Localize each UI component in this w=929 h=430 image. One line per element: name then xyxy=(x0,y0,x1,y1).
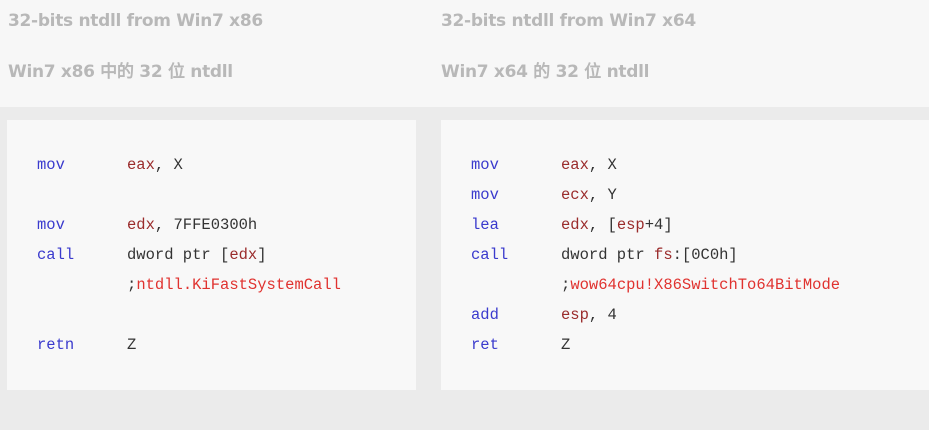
opcode: call xyxy=(471,246,509,264)
code-line: add xyxy=(471,306,499,324)
code-line: ret xyxy=(471,336,499,354)
register: edx xyxy=(561,216,589,234)
operand: , 4 xyxy=(588,306,617,324)
register: ecx xyxy=(561,186,589,204)
opcode: ret xyxy=(471,336,499,354)
code-line: call xyxy=(37,246,74,264)
register: eax xyxy=(561,156,589,174)
code-line: ;ntdll.KiFastSystemCall xyxy=(127,276,341,294)
code-line: Z xyxy=(127,336,136,354)
register: esp xyxy=(561,306,589,324)
code-line: mov xyxy=(471,186,499,204)
code-line: call xyxy=(471,246,508,264)
operand: dword ptr [ xyxy=(127,246,230,264)
code-line: dword ptr [edx] xyxy=(127,246,267,264)
register: edx xyxy=(127,216,155,234)
opcode: retn xyxy=(37,336,75,354)
register: edx xyxy=(229,246,258,264)
code-line: ecx, Y xyxy=(561,186,617,204)
code-line: eax, X xyxy=(561,156,617,174)
code-line: esp, 4 xyxy=(561,306,617,324)
operand: , Y xyxy=(588,186,617,204)
operand: dword ptr xyxy=(561,246,655,264)
operand: :[0C0h] xyxy=(672,246,738,264)
operand: ] xyxy=(257,246,267,264)
code-line: retn xyxy=(37,336,74,354)
register: fs xyxy=(654,246,673,264)
opcode: mov xyxy=(471,156,499,174)
opcode: add xyxy=(471,306,499,324)
opcode: mov xyxy=(471,186,499,204)
opcode: mov xyxy=(37,156,65,174)
code-line: eax, X xyxy=(127,156,183,174)
opcode: lea xyxy=(471,216,499,234)
code-line: mov xyxy=(471,156,499,174)
left-title-cn: Win7 x86 中的 32 位 ntdll xyxy=(8,62,233,82)
right-title-en: 32-bits ntdll from Win7 x64 xyxy=(441,11,696,31)
operand: Z xyxy=(561,336,571,354)
code-line: dword ptr fs:[0C0h] xyxy=(561,246,738,264)
comment: wow64cpu!X86SwitchTo64BitMode xyxy=(570,276,841,294)
left-code-block: mov eax, X mov edx, 7FFE0300h call dword… xyxy=(7,120,416,390)
register: esp xyxy=(616,216,645,234)
comment-marker: ; xyxy=(561,276,571,294)
operand: , [ xyxy=(588,216,617,234)
header: 32-bits ntdll from Win7 x86 Win7 x86 中的 … xyxy=(0,0,929,107)
operand: , X xyxy=(588,156,617,174)
code-line: mov xyxy=(37,156,65,174)
code-line: ;wow64cpu!X86SwitchTo64BitMode xyxy=(561,276,840,294)
code-line: edx, [esp+4] xyxy=(561,216,673,234)
code-line: mov xyxy=(37,216,65,234)
operand: , 7FFE0300h xyxy=(154,216,258,234)
left-title-en: 32-bits ntdll from Win7 x86 xyxy=(8,11,263,31)
operand: , X xyxy=(154,156,183,174)
operand: +4] xyxy=(644,216,673,234)
comment: ntdll.KiFastSystemCall xyxy=(136,276,341,294)
comment-marker: ; xyxy=(127,276,137,294)
code-line: edx, 7FFE0300h xyxy=(127,216,257,234)
opcode: call xyxy=(37,246,75,264)
right-code-block: mov eax, X mov ecx, Y lea edx, [esp+4] c… xyxy=(441,120,929,390)
opcode: mov xyxy=(37,216,65,234)
page: 32-bits ntdll from Win7 x86 Win7 x86 中的 … xyxy=(0,0,929,430)
operand: Z xyxy=(127,336,137,354)
code-line: Z xyxy=(561,336,570,354)
code-line: lea xyxy=(471,216,499,234)
right-title-cn: Win7 x64 的 32 位 ntdll xyxy=(441,62,650,82)
register: eax xyxy=(127,156,155,174)
